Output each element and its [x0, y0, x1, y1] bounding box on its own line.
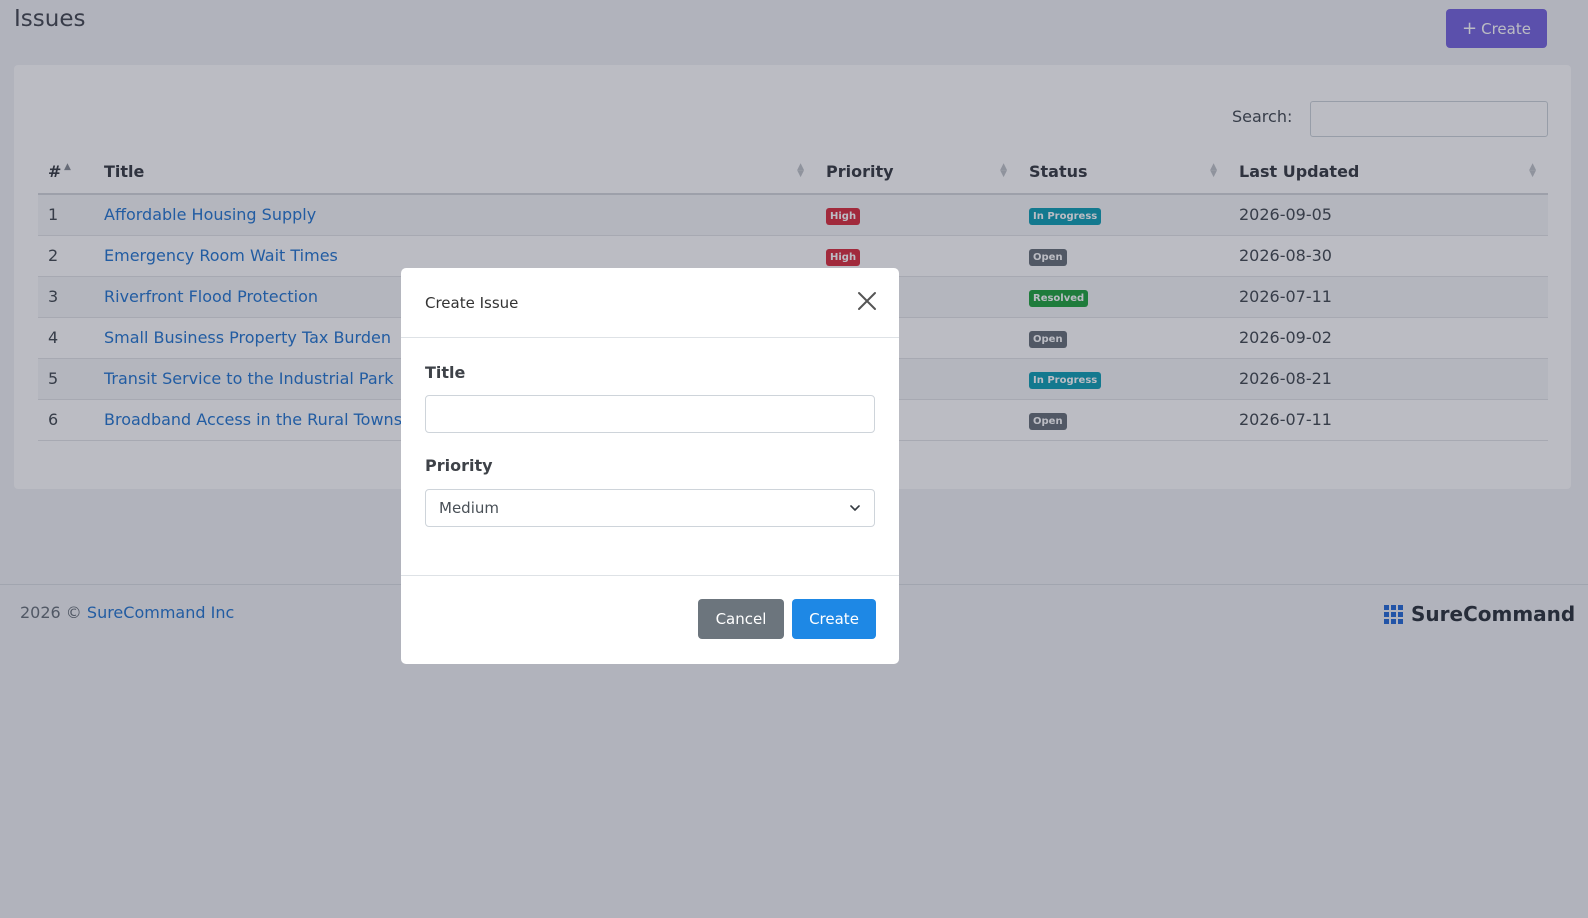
submit-create-button[interactable]: Create — [792, 599, 876, 639]
title-field-label: Title — [425, 363, 466, 382]
close-button[interactable] — [855, 290, 879, 314]
close-icon — [858, 292, 876, 310]
priority-selected-value: Medium — [439, 499, 499, 517]
modal-body: Title Priority Medium — [401, 338, 899, 576]
modal-header: Create Issue — [401, 268, 899, 338]
priority-select[interactable]: Medium — [425, 489, 875, 527]
priority-field-label: Priority — [425, 456, 493, 475]
chevron-down-icon — [850, 505, 860, 511]
title-input[interactable] — [425, 395, 875, 433]
cancel-button[interactable]: Cancel — [698, 599, 784, 639]
create-issue-modal: Create Issue Title Priority Medium Cance… — [401, 268, 899, 664]
modal-title: Create Issue — [425, 294, 519, 312]
